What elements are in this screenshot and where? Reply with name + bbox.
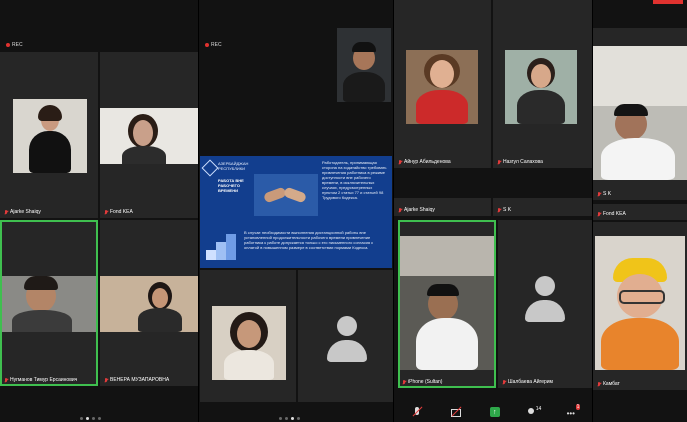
- muted-mic-icon: [104, 209, 108, 215]
- video-tile-speaker-thumbnail[interactable]: [337, 28, 391, 102]
- video-tile-woman-bottom-left[interactable]: [200, 270, 296, 402]
- participant-name: Fond KEA: [104, 209, 133, 215]
- mute-button[interactable]: [411, 406, 423, 418]
- participant-name: Айнур Абильденова: [398, 159, 451, 165]
- participant-name: iPhone (Sultan): [402, 379, 442, 385]
- video-tile-sk-car[interactable]: S K: [593, 28, 687, 200]
- participant-video: [100, 276, 198, 332]
- muted-mic-icon: [497, 207, 501, 213]
- participant-name: S K: [497, 207, 511, 213]
- participant-name: ВЕНЕРА МУЗАПАРОВНА: [104, 377, 169, 383]
- slide-bullet-top: Работодатель, принимающая сторона на ход…: [322, 160, 387, 200]
- more-button[interactable]: ••• 1: [567, 404, 581, 418]
- participant-video: [212, 306, 286, 380]
- video-tile-iphone-sultan[interactable]: iPhone (Sultan): [398, 220, 496, 388]
- video-tile-fond-kea[interactable]: Fond KEA: [100, 52, 198, 218]
- participant-video: [100, 108, 198, 164]
- muted-mic-icon: [4, 377, 8, 383]
- participants-button[interactable]: 14: [527, 406, 542, 418]
- slide-logo-text: АЗЕРБАЙДЖАН РЕСПУБЛИКИ: [218, 161, 249, 171]
- participant-video: [2, 276, 96, 332]
- record-dot-icon: [205, 43, 209, 47]
- muted-mic-icon: [502, 379, 506, 385]
- participant-name: Камбат: [597, 381, 620, 387]
- video-tile-sk[interactable]: S K: [493, 198, 592, 216]
- handshake-image: [254, 174, 318, 216]
- slide-subtitle: РАБОТА ВНЕ РАБОЧЕГО ВРЕМЕНИ: [218, 178, 244, 193]
- participant-name: Ajarke Shaiqy: [4, 209, 41, 215]
- meeting-toolbar: ↑ 14 ••• 1: [398, 402, 592, 422]
- slide-bullet-bottom: В случае необходимости выполнения дистан…: [244, 230, 374, 250]
- recording-label: REC: [12, 42, 23, 48]
- page-indicator: [80, 417, 101, 420]
- participants-icon: [527, 408, 534, 414]
- chat-badge: 1: [575, 404, 581, 410]
- video-tile-avatar[interactable]: [298, 270, 393, 402]
- avatar-placeholder-icon: [523, 276, 567, 328]
- video-tile-ajarke[interactable]: Ajarke Shaiqy: [0, 52, 98, 218]
- zoom-panel-4: S K Fond KEA Камбат: [593, 0, 687, 422]
- recording-indicator: REC: [205, 42, 222, 48]
- muted-mic-icon: [398, 207, 402, 213]
- muted-mic-icon: [597, 381, 601, 387]
- video-tile-ajarke-2[interactable]: Ajarke Shaiqy: [394, 198, 491, 216]
- page-indicator: [279, 417, 300, 420]
- participant-video: [400, 236, 494, 370]
- muted-mic-icon: [597, 191, 601, 197]
- participant-video: [505, 50, 577, 124]
- participant-video: [593, 46, 687, 180]
- participant-video: [13, 99, 87, 173]
- participant-video: [337, 28, 391, 102]
- recording-label: REC: [211, 42, 222, 48]
- record-dot-icon: [6, 43, 10, 47]
- muted-mic-icon: [402, 379, 406, 385]
- participant-name: Нугманов Тимур Ерсаинович: [4, 377, 77, 383]
- participant-name: Ajarke Shaiqy: [398, 207, 435, 213]
- video-tile-kambat[interactable]: Камбат: [593, 222, 687, 390]
- video-tile-ainur[interactable]: Айнур Абильденова: [394, 0, 491, 168]
- muted-mic-icon: [398, 159, 402, 165]
- participant-video: [406, 50, 478, 124]
- participant-video: [595, 236, 685, 370]
- video-tile-venera[interactable]: ВЕНЕРА МУЗАПАРОВНА: [100, 220, 198, 386]
- participant-name: Шалбаева Айгерим: [502, 379, 553, 385]
- muted-mic-icon: [497, 159, 501, 165]
- share-screen-button[interactable]: ↑: [489, 406, 501, 418]
- participant-name: Fond KEA: [597, 211, 626, 217]
- participant-name: S K: [597, 191, 611, 197]
- video-tile-shalbaeva[interactable]: Шалбаева Айгерим: [498, 220, 592, 388]
- participants-count: 14: [535, 406, 542, 412]
- video-tile-nazgul[interactable]: Назгул Салахова: [493, 0, 592, 168]
- muted-mic-icon: [104, 377, 108, 383]
- slide-logo-icon: [201, 159, 219, 177]
- video-tile-fond-kea-2[interactable]: Fond KEA: [593, 204, 687, 220]
- zoom-panel-1: REC Ajarke Shaiqy Fond KEA Нугманов Тиму…: [0, 0, 198, 422]
- avatar-placeholder-icon: [325, 316, 369, 368]
- shared-screen-slide: АЗЕРБАЙДЖАН РЕСПУБЛИКИ РАБОТА ВНЕ РАБОЧЕ…: [200, 156, 392, 268]
- recording-indicator: REC: [6, 42, 23, 48]
- muted-mic-icon: [4, 209, 8, 215]
- zoom-panel-3: Айнур Абильденова Назгул Салахова Ajarke…: [394, 0, 592, 422]
- top-red-bar: [653, 0, 683, 4]
- participant-name: Назгул Салахова: [497, 159, 543, 165]
- muted-mic-icon: [597, 211, 601, 217]
- video-tile-nugmanov[interactable]: Нугманов Тимур Ерсаинович: [0, 220, 98, 386]
- stop-video-button[interactable]: [450, 406, 462, 418]
- stairs-graphic: [206, 228, 236, 260]
